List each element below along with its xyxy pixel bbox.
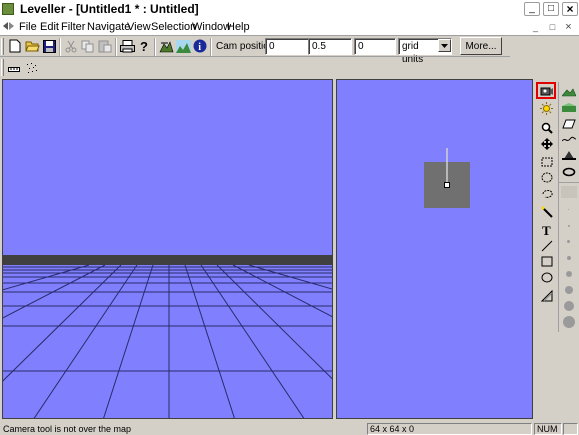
status-message: Camera tool is not over the map <box>3 424 132 434</box>
light-tool-icon[interactable] <box>538 101 555 116</box>
brush-size-5[interactable] <box>560 266 577 281</box>
eraser-icon[interactable] <box>560 116 577 131</box>
save-icon[interactable] <box>39 37 59 55</box>
camera-tool-icon[interactable] <box>536 82 556 99</box>
rectangle-tool-icon[interactable] <box>538 254 555 269</box>
mdi-restore-button[interactable]: □ <box>547 21 558 32</box>
app-icon <box>2 3 14 15</box>
lasso-select-icon[interactable] <box>538 186 555 201</box>
menu-edit[interactable]: Edit <box>40 21 59 33</box>
ellipse-select-icon[interactable] <box>538 170 555 185</box>
minimize-button[interactable]: _ <box>524 2 540 16</box>
scatter-icon[interactable] <box>22 59 42 77</box>
document-system-icon[interactable] <box>3 22 14 31</box>
secondary-toolbar <box>0 58 60 78</box>
line-tool-icon[interactable] <box>538 238 555 253</box>
palette-divider <box>558 82 559 332</box>
palette-divider <box>559 182 579 183</box>
brush-size-1[interactable] <box>560 202 577 217</box>
brush-size-6[interactable] <box>560 282 577 297</box>
ruler-icon[interactable] <box>4 59 24 77</box>
brush-size-2[interactable] <box>560 218 577 233</box>
toolbar-divider <box>0 35 579 36</box>
close-button[interactable]: × <box>562 2 578 16</box>
svg-text:T: T <box>542 224 551 236</box>
status-empty-panel <box>563 423 578 435</box>
maximize-button[interactable]: □ <box>543 2 559 16</box>
gradient-tool-icon[interactable] <box>538 288 555 303</box>
brush-size-3[interactable] <box>560 234 577 249</box>
ellipse-tool-icon[interactable] <box>538 270 555 285</box>
map-canvas <box>424 148 470 208</box>
mdi-minimize-button[interactable]: _ <box>530 21 541 32</box>
mdi-close-button[interactable]: × <box>563 21 574 33</box>
cam-z-field[interactable]: 0 <box>354 38 396 55</box>
more-button[interactable]: More... <box>460 37 502 55</box>
chevron-down-icon[interactable] <box>438 39 451 52</box>
toolbar-separator <box>210 38 212 56</box>
menu-selection[interactable]: Selection <box>151 21 196 33</box>
zoom-tool-icon[interactable] <box>538 120 555 135</box>
help-icon[interactable]: ? <box>134 37 154 55</box>
toolbar-divider <box>0 56 510 57</box>
tool-palette: T <box>535 80 579 420</box>
menu-navigate[interactable]: Navigate <box>87 21 130 33</box>
paste-icon[interactable] <box>95 37 115 55</box>
main-toolbar: ? i Cam position: 0 0.5 0 grid units Mor… <box>0 37 579 65</box>
perspective-viewport[interactable] <box>2 79 333 419</box>
units-select-value: grid units <box>402 41 424 65</box>
svg-text:i: i <box>198 42 201 53</box>
menu-bar: File Edit Filter Navigate View Selection… <box>0 19 579 35</box>
smooth-icon[interactable] <box>560 132 577 147</box>
camera-marker[interactable] <box>444 182 450 188</box>
text-tool-icon[interactable]: T <box>538 222 555 237</box>
raise-terrain-icon[interactable] <box>560 84 577 99</box>
menu-help[interactable]: Help <box>227 21 250 33</box>
status-num-indicator: NUM <box>534 423 562 435</box>
svg-text:?: ? <box>140 39 148 53</box>
menu-view[interactable]: View <box>127 21 151 33</box>
magic-wand-icon[interactable] <box>538 204 555 219</box>
map-viewport[interactable] <box>336 79 533 419</box>
menu-file[interactable]: File <box>19 21 37 33</box>
window-title: Leveller - [Untitled1 * : Untitled] <box>20 2 199 16</box>
lower-terrain-icon[interactable] <box>560 100 577 115</box>
brush-size-8[interactable] <box>560 314 577 330</box>
brush-size-7[interactable] <box>560 298 577 313</box>
flatten-icon[interactable] <box>560 148 577 163</box>
brush-empty-slot <box>561 186 577 198</box>
perspective-grid <box>3 80 332 418</box>
status-map-size: 64 x 64 x 0 <box>367 423 532 435</box>
brush-size-4[interactable] <box>560 250 577 265</box>
cam-y-field[interactable]: 0.5 <box>308 38 352 55</box>
menu-window[interactable]: Window <box>192 21 231 33</box>
pan-tool-icon[interactable] <box>538 136 555 151</box>
menu-filter[interactable]: Filter <box>61 21 85 33</box>
info-icon[interactable]: i <box>190 37 210 55</box>
erode-icon[interactable] <box>560 164 577 179</box>
toolbar-grip[interactable] <box>1 38 4 55</box>
units-select[interactable]: grid units <box>398 38 452 65</box>
rect-select-icon[interactable] <box>538 154 555 169</box>
title-bar: Leveller - [Untitled1 * : Untitled] _ □ … <box>0 0 579 19</box>
